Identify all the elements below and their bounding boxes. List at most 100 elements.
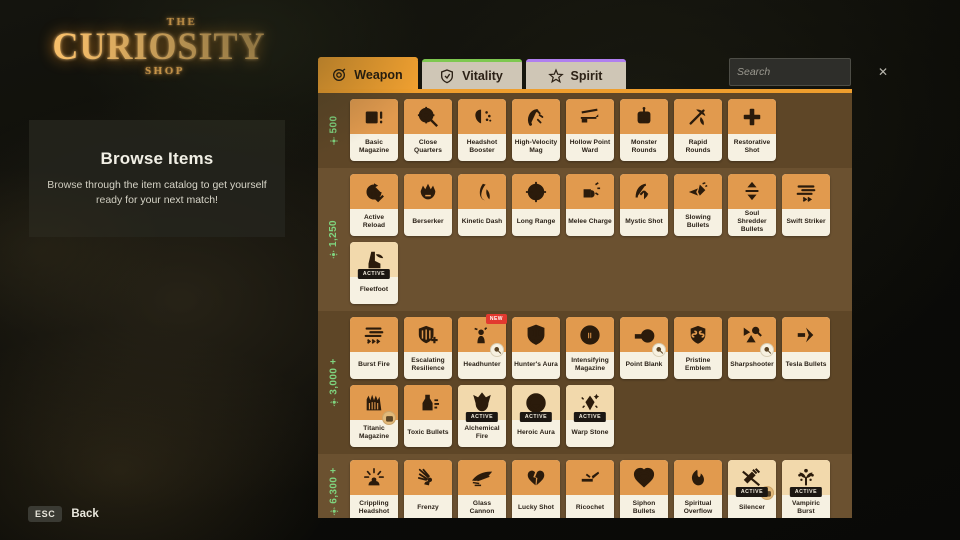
item-card[interactable]: Intensifying Magazine <box>566 317 614 379</box>
item-card[interactable]: Tesla Bullets <box>782 317 830 379</box>
item-card[interactable]: Pristine Emblem <box>674 317 722 379</box>
item-name-label: Fleetfoot <box>359 285 389 293</box>
vampiric-icon <box>798 468 814 485</box>
active-badge: ACTIVE <box>465 412 499 422</box>
item-card[interactable]: Rapid Rounds <box>674 99 722 161</box>
tesla-bolt-icon <box>797 327 814 342</box>
item-card[interactable]: Soul Shredder Bullets <box>728 174 776 236</box>
panel-title: Browse Items <box>100 148 214 168</box>
item-name-label: Active Reload <box>362 213 386 229</box>
item-card[interactable]: Mystic Shot <box>620 174 668 236</box>
item-card[interactable]: Point Blank <box>620 317 668 379</box>
item-card[interactable]: ACTIVE Heroic Aura <box>512 385 560 447</box>
item-icon-area <box>350 460 398 495</box>
item-card[interactable]: Close Quarters <box>404 99 452 161</box>
item-card[interactable]: Frenzy <box>404 460 452 518</box>
heroic-coin-icon <box>526 392 546 413</box>
item-icon-area <box>782 174 830 209</box>
search-box[interactable]: ✕ <box>729 58 888 86</box>
item-icon-area <box>512 460 560 495</box>
item-card[interactable]: Swift Striker <box>782 174 830 236</box>
item-card[interactable]: Glass Cannon <box>458 460 506 518</box>
crosshair-icon <box>525 181 547 202</box>
souls-icon <box>329 506 339 515</box>
item-card[interactable]: Berserker <box>404 174 452 236</box>
item-card[interactable]: High-Velocity Mag <box>512 99 560 161</box>
item-card[interactable]: Melee Charge <box>566 174 614 236</box>
item-card[interactable]: Monster Rounds <box>620 99 668 161</box>
tier-item-grid: Burst Fire Escalating Resilience NEW Headhu… <box>350 314 852 447</box>
item-card[interactable]: Siphon Bullets <box>620 460 668 518</box>
price-tier-row: 6,300 + Crippling Headshot Frenzy Glass Can… <box>318 454 852 518</box>
back-button[interactable]: ESC Back <box>28 506 99 522</box>
item-card[interactable]: ACTIVE Alchemical Fire <box>458 385 506 447</box>
item-card[interactable]: Titanic Magazine <box>350 385 398 447</box>
item-card[interactable]: Spiritual Overflow <box>674 460 722 518</box>
tier-price-label: 1,250 <box>328 219 340 247</box>
mag-circle-icon <box>580 324 600 345</box>
item-icon-area <box>404 385 452 420</box>
item-card[interactable]: Restorative Shot <box>728 99 776 161</box>
price-tier-row: 1,250 Active Reload Berserker Kinetic Dash L… <box>318 168 852 311</box>
item-card[interactable]: Headshot Booster <box>458 99 506 161</box>
tab-label: Vitality <box>462 68 503 83</box>
broken-heart-icon <box>527 470 545 485</box>
item-card[interactable]: Slowing Bullets <box>674 174 722 236</box>
tab-vitality[interactable]: Vitality <box>422 59 522 92</box>
item-card[interactable]: Hunter's Aura <box>512 317 560 379</box>
item-card[interactable]: Ricochet <box>566 460 614 518</box>
search-input[interactable] <box>737 66 874 78</box>
item-card[interactable]: ACTIVE Fleetfoot <box>350 242 398 304</box>
item-name-label: Crippling Headshot <box>358 499 390 515</box>
item-icon-area <box>782 317 830 352</box>
warp-stone-icon <box>581 393 600 410</box>
item-card[interactable]: Escalating Resilience <box>404 317 452 379</box>
item-card[interactable]: Crippling Headshot <box>350 460 398 518</box>
item-card[interactable]: Hollow Point Ward <box>566 99 614 161</box>
silencer-icon <box>742 467 761 486</box>
active-badge: ACTIVE <box>519 412 553 422</box>
item-card[interactable]: Lucky Shot <box>512 460 560 518</box>
item-card[interactable]: Active Reload <box>350 174 398 236</box>
item-icon-area <box>674 174 722 209</box>
item-card[interactable]: Sharpshooter <box>728 317 776 379</box>
item-catalog: 500 Basic Magazine Close Quarters Headshot … <box>318 93 852 518</box>
item-name-label: Hollow Point Ward <box>569 138 611 154</box>
tier-price-inner: 6,300 + <box>329 467 340 515</box>
search-clear-icon[interactable]: ✕ <box>874 66 888 78</box>
item-name-label: Glass Cannon <box>469 499 495 515</box>
item-icon-area <box>404 99 452 134</box>
sharpshooter-icon <box>743 326 762 342</box>
item-name-label: Vampiric Burst <box>792 499 820 515</box>
tab-spirit[interactable]: Spirit <box>526 59 626 92</box>
cross-icon <box>743 108 761 125</box>
item-name-label: Ricochet <box>575 503 605 511</box>
spirit-icon <box>547 67 564 83</box>
item-icon-area <box>674 460 722 495</box>
item-card[interactable]: Toxic Bullets <box>404 385 452 447</box>
item-card[interactable]: ACTIVE Warp Stone <box>566 385 614 447</box>
item-card[interactable]: NEW Headhunter <box>458 314 507 379</box>
item-card[interactable]: ACTIVE Silencer <box>728 460 776 518</box>
tab-weapon[interactable]: Weapon <box>318 57 418 92</box>
item-icon-area <box>512 174 560 209</box>
item-card[interactable]: ACTIVE Vampiric Burst <box>782 460 830 518</box>
item-card[interactable]: Kinetic Dash <box>458 174 506 236</box>
tier-item-grid: Crippling Headshot Frenzy Glass Cannon Luck… <box>350 460 852 518</box>
active-badge: ACTIVE <box>573 412 607 422</box>
item-card[interactable]: Long Range <box>512 174 560 236</box>
tier-price: 500 <box>318 99 350 161</box>
item-name-label: Close Quarters <box>414 138 442 154</box>
back-label: Back <box>71 508 99 520</box>
tab-accent-bar <box>526 59 626 62</box>
item-icon-area <box>566 317 614 352</box>
item-name-label: Spiritual Overflow <box>683 499 713 515</box>
reload-check-icon <box>366 182 384 202</box>
item-icon-area <box>620 460 668 495</box>
dash-swoosh-icon <box>479 183 490 200</box>
item-icon-area <box>458 174 506 209</box>
item-name-label: Burst Fire <box>358 360 390 368</box>
frenzy-icon <box>417 468 433 485</box>
item-card[interactable]: Basic Magazine <box>350 99 398 161</box>
item-card[interactable]: Burst Fire <box>350 317 398 379</box>
